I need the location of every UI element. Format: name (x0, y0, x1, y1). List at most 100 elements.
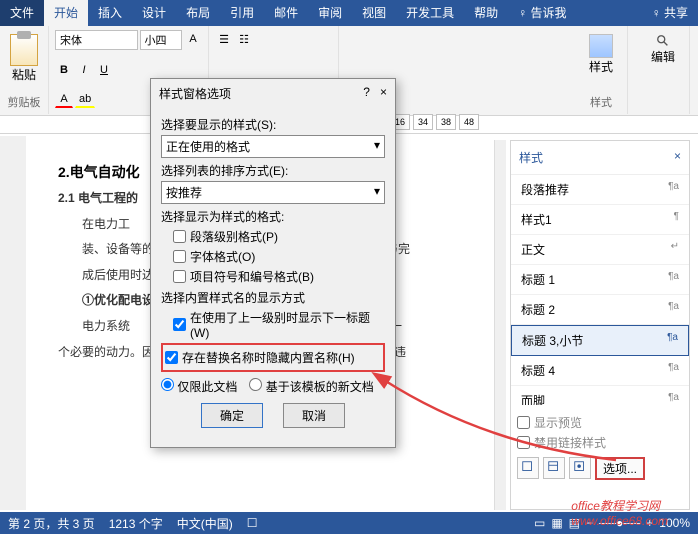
new-style-button[interactable] (517, 457, 539, 479)
style-item-selected[interactable]: 标题 3,小节¶a (511, 325, 689, 356)
chevron-down-icon: ▾ (374, 184, 380, 201)
status-page[interactable]: 第 2 页，共 3 页 (8, 515, 95, 532)
underline-button[interactable]: U (95, 61, 113, 79)
status-ime[interactable]: ☐ (247, 516, 258, 530)
zoom-in-icon[interactable]: + (646, 516, 653, 530)
tab-mailings[interactable]: 邮件 (264, 0, 308, 26)
tab-file[interactable]: 文件 (0, 0, 44, 26)
checkbox-hide-builtin-names[interactable]: 存在替换名称时隐藏内置名称(H) (165, 349, 381, 366)
group-styles: 样式 样式 (575, 26, 628, 114)
select-show-styles[interactable]: 正在使用的格式▾ (161, 135, 385, 158)
style-item[interactable]: 标题 2¶a (511, 295, 689, 325)
styles-button[interactable]: 样式 (581, 30, 621, 79)
tab-help[interactable]: 帮助 (464, 0, 508, 26)
editing-label: 编辑 (651, 48, 675, 65)
status-language[interactable]: 中文(中国) (177, 515, 233, 532)
dialog-title-text: 样式窗格选项 (159, 85, 231, 102)
view-readmode-icon[interactable]: ▭ (534, 516, 545, 530)
body-text: 个必要的动力。因 (58, 345, 154, 359)
font-color-button[interactable]: A (55, 90, 73, 108)
tab-review[interactable]: 审阅 (308, 0, 352, 26)
checkbox-paragraph-format[interactable]: 段落级别格式(P) (173, 228, 385, 245)
inspector-icon (547, 460, 561, 474)
label-builtin-display: 选择内置样式名的显示方式 (161, 289, 385, 306)
checkbox-show-preview[interactable]: 显示预览 (517, 414, 683, 431)
body-text: 在电力工 (82, 217, 130, 231)
tab-layout[interactable]: 布局 (176, 0, 220, 26)
group-clipboard-label: 剪贴板 (6, 94, 42, 110)
style-inspector-button[interactable] (543, 457, 565, 479)
font-name-select[interactable]: 宋体 (55, 30, 138, 50)
view-web-icon[interactable]: ▤ (569, 516, 580, 530)
new-style-icon (521, 460, 535, 474)
radio-this-doc[interactable]: 仅限此文档 (161, 378, 237, 395)
number-list-icon[interactable]: ☷ (235, 30, 253, 48)
body-text: 电力系统 (82, 319, 130, 333)
manage-styles-button[interactable] (569, 457, 591, 479)
style-item[interactable]: 标题 4¶a (511, 356, 689, 386)
group-clipboard: 粘贴 剪贴板 (0, 26, 49, 114)
style-item[interactable]: 标题 1¶a (511, 265, 689, 295)
nav-num[interactable]: 48 (459, 114, 479, 130)
font-size-select[interactable]: 小四 (140, 30, 182, 50)
chevron-down-icon: ▾ (374, 138, 380, 155)
styles-label: 样式 (589, 58, 613, 75)
close-icon[interactable]: × (674, 149, 681, 166)
clipboard-icon (10, 34, 38, 66)
zoom-slider[interactable]: ──●── (599, 516, 640, 530)
style-item[interactable]: 而脚¶a (511, 386, 689, 405)
tab-design[interactable]: 设计 (132, 0, 176, 26)
status-bar: 第 2 页，共 3 页 1213 个字 中文(中国) ☐ ▭ ▦ ▤ − ──●… (0, 512, 698, 534)
tab-view[interactable]: 视图 (352, 0, 396, 26)
tab-insert[interactable]: 插入 (88, 0, 132, 26)
group-editing: 编辑 (637, 26, 690, 114)
cancel-button[interactable]: 取消 (283, 403, 345, 428)
help-icon[interactable]: ? (363, 85, 370, 102)
bullet-list-icon[interactable]: ☰ (215, 30, 233, 48)
options-button[interactable]: 选项... (595, 457, 645, 480)
styles-pane-title: 样式 (519, 149, 543, 166)
vertical-scrollbar[interactable] (494, 140, 506, 510)
select-sort[interactable]: 按推荐▾ (161, 181, 385, 204)
paste-button[interactable]: 粘贴 (6, 30, 42, 87)
checkbox-show-next-heading[interactable]: 在使用了上一级别时显示下一标题(W) (173, 309, 385, 340)
checkbox-disable-linked[interactable]: 禁用链接样式 (517, 434, 683, 451)
tab-devtools[interactable]: 开发工具 (396, 0, 464, 26)
label-sort: 选择列表的排序方式(E): (161, 162, 385, 179)
style-item[interactable]: 样式1¶ (511, 205, 689, 235)
style-item[interactable]: 段落推荐¶a (511, 175, 689, 205)
zoom-level[interactable]: 100% (659, 516, 690, 530)
tab-references[interactable]: 引用 (220, 0, 264, 26)
highlight-button[interactable]: ab (75, 90, 95, 108)
dialog-titlebar: 样式窗格选项 ? × (151, 79, 395, 108)
zoom-out-icon[interactable]: − (586, 516, 593, 530)
close-icon[interactable]: × (380, 85, 387, 102)
checkbox-font-format[interactable]: 字体格式(O) (173, 248, 385, 265)
menu-bar: 文件 开始 插入 设计 布局 引用 邮件 审阅 视图 开发工具 帮助 ♀ 告诉我… (0, 0, 698, 26)
ok-button[interactable]: 确定 (201, 403, 263, 428)
nav-num[interactable]: 34 (413, 114, 433, 130)
nav-num[interactable]: 38 (436, 114, 456, 130)
heading-nav: 16 34 38 48 (390, 114, 479, 130)
share-button[interactable]: ♀ 共享 (642, 0, 698, 26)
grow-font-icon[interactable]: A (184, 30, 202, 48)
tell-me[interactable]: ♀ 告诉我 (508, 0, 576, 26)
radio-template[interactable]: 基于该模板的新文档 (249, 378, 373, 395)
label-show-as-style: 选择显示为样式的格式: (161, 208, 385, 225)
styles-icon (589, 34, 613, 58)
search-icon (656, 34, 670, 48)
style-pane-options-dialog: 样式窗格选项 ? × 选择要显示的样式(S): 正在使用的格式▾ 选择列表的排序… (150, 78, 396, 448)
left-gutter (0, 136, 26, 510)
editing-button[interactable]: 编辑 (643, 30, 683, 69)
status-wordcount[interactable]: 1213 个字 (109, 515, 163, 532)
label-show-styles: 选择要显示的样式(S): (161, 116, 385, 133)
manage-icon (573, 460, 587, 474)
style-item[interactable]: 正文↵ (511, 235, 689, 265)
tab-home[interactable]: 开始 (44, 0, 88, 26)
bold-button[interactable]: B (55, 61, 73, 79)
checkbox-bullet-format[interactable]: 项目符号和编号格式(B) (173, 268, 385, 285)
view-print-icon[interactable]: ▦ (551, 516, 562, 530)
paste-label: 粘贴 (12, 66, 36, 83)
styles-list[interactable]: 段落推荐¶a 样式1¶ 正文↵ 标题 1¶a 标题 2¶a 标题 3,小节¶a … (511, 175, 689, 405)
italic-button[interactable]: I (75, 61, 93, 79)
